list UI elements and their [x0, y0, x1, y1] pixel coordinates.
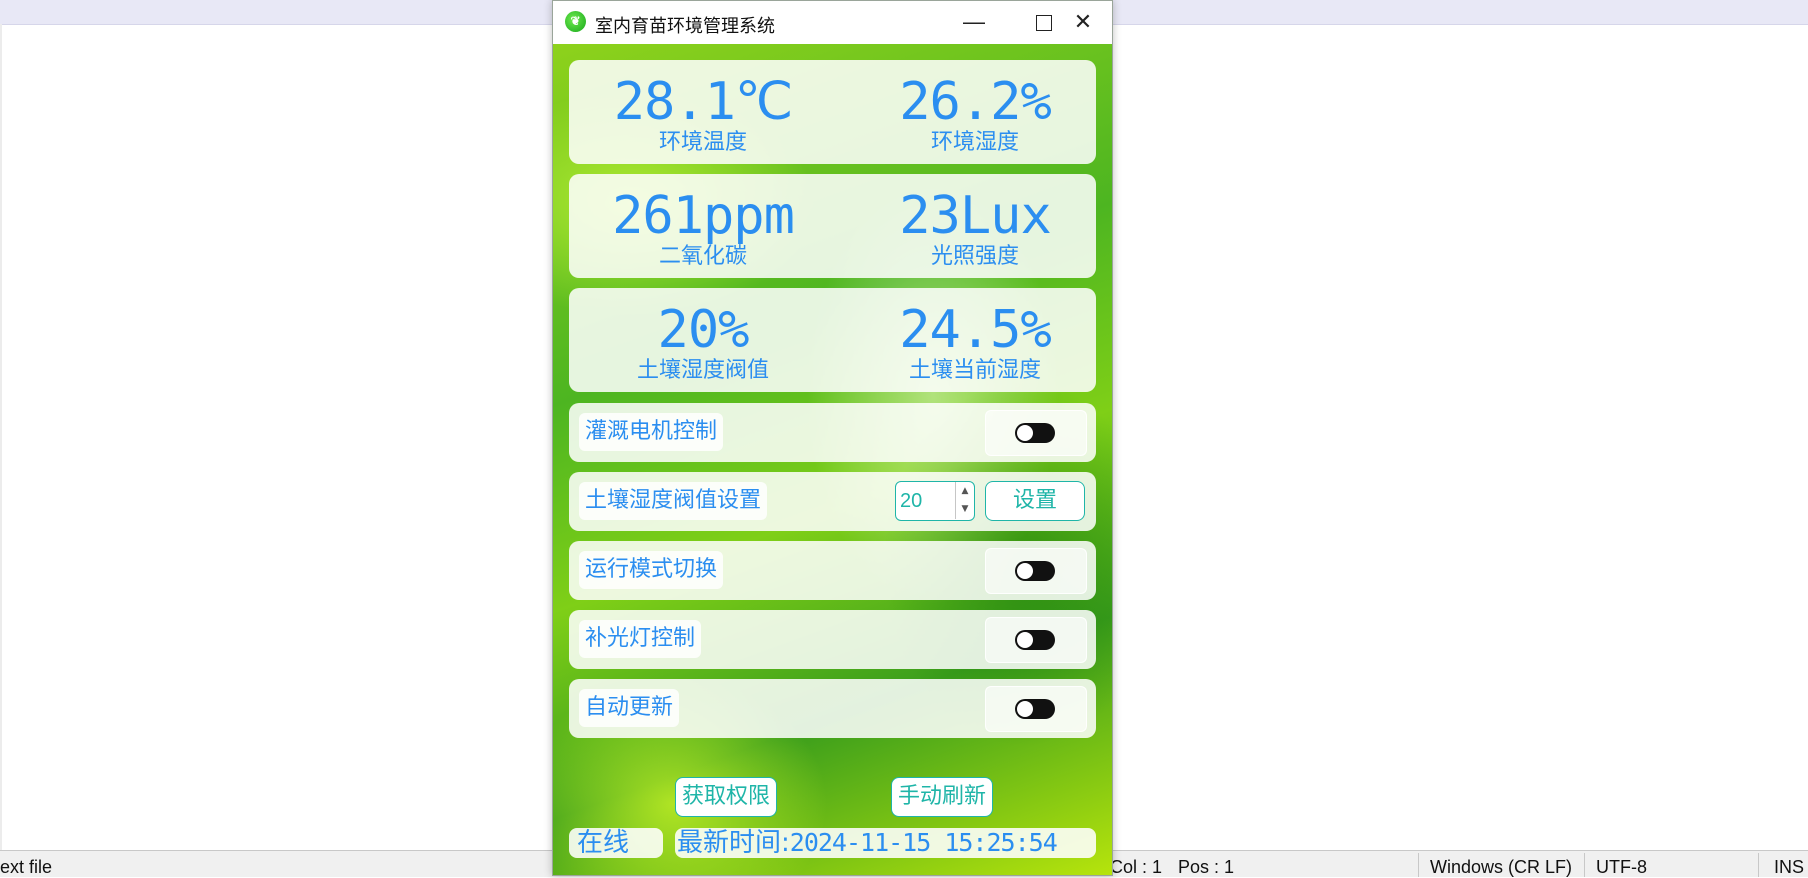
background-editor-edge [0, 24, 2, 850]
pump-toggle[interactable] [1015, 423, 1055, 443]
pump-control-row: 灌溉电机控制 [569, 403, 1096, 462]
soil-current-label: 土壤当前湿度 [908, 358, 1041, 383]
fill-light-row: 补光灯控制 [569, 610, 1096, 669]
get-permission-button[interactable]: 获取权限 [675, 777, 777, 817]
mode-switch-row: 运行模式切换 [569, 541, 1096, 600]
threshold-spinbox-value[interactable]: 20 [900, 490, 922, 513]
status-eol: Windows (CR LF) [1430, 857, 1573, 877]
status-separator [1758, 853, 1759, 877]
online-status: 在线 [569, 828, 663, 858]
dashboard-area: 28.1℃ 环境温度 26.2% 环境湿度 261ppm 二氧化碳 23Lux … [553, 44, 1112, 875]
co2-value: 261ppm [612, 186, 795, 246]
maximize-icon [1036, 15, 1052, 32]
status-encoding: UTF-8 [1596, 857, 1647, 877]
humidity-label: 环境湿度 [930, 130, 1019, 155]
auto-update-toggle-container [985, 686, 1087, 732]
spin-up-icon[interactable]: ▲ [956, 482, 974, 500]
latest-time-value: 2024-11-15 15:25:54 [789, 828, 1058, 857]
soil-threshold-value: 20% [657, 300, 750, 360]
auto-update-toggle[interactable] [1015, 699, 1055, 719]
mode-toggle-container [985, 548, 1087, 594]
minimize-icon: — [963, 9, 985, 34]
soil-current-value: 24.5% [899, 300, 1052, 360]
mode-switch-label: 运行模式切换 [579, 551, 724, 589]
status-file-type: ext file [0, 857, 53, 877]
mode-toggle[interactable] [1015, 561, 1055, 581]
auto-update-label: 自动更新 [579, 689, 680, 727]
latest-time-label: 最新时间: [677, 828, 790, 858]
app-window: ❦ 室内育苗环境管理系统 — ✕ 28.1℃ 环境温度 26.2% 环境湿度 2… [552, 0, 1113, 876]
status-separator [1584, 853, 1585, 877]
seedling-logo-icon: ❦ [565, 11, 586, 32]
humidity-value: 26.2% [899, 72, 1052, 132]
toggle-knob [1017, 701, 1033, 717]
status-col: Col : 1 [1110, 857, 1163, 877]
status-separator [1418, 853, 1419, 877]
status-pos: Pos : 1 [1178, 857, 1235, 877]
minimize-button[interactable]: — [939, 1, 1009, 44]
soil-panel: 20% 土壤湿度阀值 24.5% 土壤当前湿度 [569, 288, 1096, 392]
threshold-setting-label: 土壤湿度阀值设置 [579, 482, 768, 520]
soil-threshold-label: 土壤湿度阀值 [636, 358, 769, 383]
threshold-spinbox[interactable]: 20 ▲ ▼ [895, 481, 975, 521]
close-icon: ✕ [1073, 9, 1093, 34]
status-ins: INS [1774, 857, 1805, 877]
temperature-value: 28.1℃ [613, 72, 794, 132]
toggle-knob [1017, 632, 1033, 648]
close-button[interactable]: ✕ [1055, 1, 1111, 44]
threshold-setting-row: 土壤湿度阀值设置 20 ▲ ▼ 设置 [569, 472, 1096, 531]
spinbox-arrows: ▲ ▼ [955, 482, 974, 519]
auto-update-row: 自动更新 [569, 679, 1096, 738]
fill-light-label: 补光灯控制 [579, 620, 702, 658]
window-title: 室内育苗环境管理系统 [595, 16, 775, 36]
toggle-knob [1017, 563, 1033, 579]
light-value: 23Lux [899, 186, 1052, 246]
manual-refresh-button[interactable]: 手动刷新 [891, 777, 993, 817]
pump-toggle-container [985, 410, 1087, 456]
temperature-label: 环境温度 [658, 130, 747, 155]
spin-down-icon[interactable]: ▼ [956, 500, 974, 518]
toggle-knob [1017, 425, 1033, 441]
latest-time: 最新时间:2024-11-15 15:25:54 [675, 828, 1096, 858]
title-bar[interactable]: ❦ 室内育苗环境管理系统 — ✕ [553, 1, 1112, 44]
pump-control-label: 灌溉电机控制 [579, 413, 724, 451]
fill-light-toggle[interactable] [1015, 630, 1055, 650]
light-label: 光照强度 [930, 244, 1019, 269]
gas-light-panel: 261ppm 二氧化碳 23Lux 光照强度 [569, 174, 1096, 278]
set-threshold-button[interactable]: 设置 [985, 481, 1085, 521]
env-readings-panel: 28.1℃ 环境温度 26.2% 环境湿度 [569, 60, 1096, 164]
co2-label: 二氧化碳 [658, 244, 747, 269]
fill-light-toggle-container [985, 617, 1087, 663]
